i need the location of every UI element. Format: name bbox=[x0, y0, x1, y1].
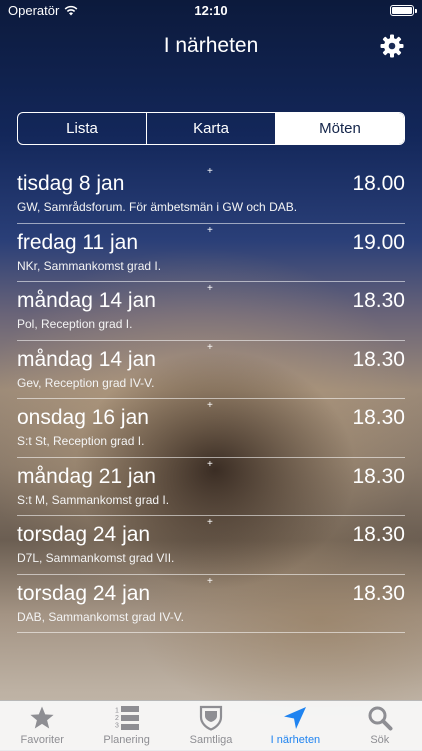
meeting-date: måndag 14 jan bbox=[17, 289, 156, 312]
tab-label: Sök bbox=[370, 734, 390, 746]
meeting-date: onsdag 16 jan bbox=[17, 406, 149, 429]
page-title: I närheten bbox=[163, 34, 259, 57]
view-segmented-control: Lista Karta Möten bbox=[17, 112, 405, 145]
tab-bar: Favoriter 123 Planering Samtliga I närhe… bbox=[0, 700, 422, 751]
meeting-date: måndag 14 jan bbox=[17, 347, 156, 371]
status-bar: Operatör 12:10 bbox=[0, 0, 422, 22]
tab-label: Samtliga bbox=[189, 734, 233, 746]
svg-text:3: 3 bbox=[115, 723, 119, 730]
meeting-row[interactable]: + torsdag 24 jan 18.30 DAB, Sammankomst … bbox=[17, 575, 405, 633]
meeting-row[interactable]: + måndag 14 jan 18.30 Pol, Reception gra… bbox=[17, 282, 405, 341]
meeting-row[interactable]: + torsdag 24 jan 18.30 D7L, Sammankomst … bbox=[17, 516, 405, 575]
meeting-description: DAB, Sammankomst grad IV-V. bbox=[17, 609, 184, 624]
add-marker: + bbox=[207, 400, 213, 411]
meeting-time: 18.30 bbox=[352, 581, 405, 605]
tab-sok[interactable]: Sök bbox=[338, 701, 422, 751]
meeting-row[interactable]: + tisdag 8 jan 18.00 GW, Samrådsforum. F… bbox=[17, 165, 405, 224]
add-marker: + bbox=[207, 283, 213, 294]
add-marker: + bbox=[207, 517, 213, 528]
meeting-time: 19.00 bbox=[352, 230, 405, 254]
shield-icon bbox=[199, 705, 223, 731]
meeting-date: tisdag 8 jan bbox=[17, 172, 125, 195]
segment-lista[interactable]: Lista bbox=[18, 113, 147, 144]
svg-text:1: 1 bbox=[115, 708, 119, 715]
meeting-time: 18.30 bbox=[352, 406, 405, 429]
tab-label: Planering bbox=[103, 734, 150, 746]
add-marker: + bbox=[207, 458, 213, 470]
location-arrow-icon bbox=[284, 707, 307, 729]
meeting-description: S:t St, Reception grad I. bbox=[17, 434, 145, 448]
meeting-time: 18.30 bbox=[352, 347, 405, 371]
meeting-time: 18.00 bbox=[352, 172, 405, 195]
tab-samtliga[interactable]: Samtliga bbox=[169, 701, 253, 751]
meeting-row[interactable]: + måndag 21 jan 18.30 S:t M, Sammankomst… bbox=[17, 458, 405, 516]
meeting-row[interactable]: + onsdag 16 jan 18.30 S:t St, Reception … bbox=[17, 399, 405, 458]
add-marker: + bbox=[207, 166, 213, 177]
add-marker: + bbox=[207, 341, 213, 353]
meeting-row[interactable]: + måndag 14 jan 18.30 Gev, Reception gra… bbox=[17, 341, 405, 399]
tab-i-narheten[interactable]: I närheten bbox=[253, 701, 337, 751]
add-marker: + bbox=[207, 224, 213, 236]
meeting-description: NKr, Sammankomst grad I. bbox=[17, 258, 162, 273]
meeting-description: D7L, Sammankomst grad VII. bbox=[17, 551, 175, 565]
meeting-description: GW, Samrådsforum. För ämbetsmän i GW och… bbox=[17, 200, 298, 214]
meeting-date: torsdag 24 jan bbox=[17, 581, 151, 605]
meeting-list: + tisdag 8 jan 18.00 GW, Samrådsforum. F… bbox=[17, 165, 405, 633]
tab-label: Favoriter bbox=[20, 734, 64, 746]
meeting-time: 18.30 bbox=[352, 523, 405, 546]
svg-text:2: 2 bbox=[115, 715, 119, 722]
meeting-time: 18.30 bbox=[352, 289, 405, 312]
meeting-date: fredag 11 jan bbox=[17, 230, 139, 254]
segment-moten[interactable]: Möten bbox=[276, 113, 404, 144]
meeting-date: måndag 21 jan bbox=[17, 464, 156, 488]
star-icon bbox=[30, 706, 54, 729]
numbered-list-icon: 123 bbox=[115, 706, 139, 730]
meeting-time: 18.30 bbox=[352, 464, 405, 488]
navigation-bar: I närheten bbox=[0, 22, 422, 66]
tab-label: I närheten bbox=[270, 734, 321, 746]
meeting-description: S:t M, Sammankomst grad I. bbox=[17, 492, 170, 507]
battery-icon bbox=[390, 5, 417, 16]
meeting-description: Gev, Reception grad IV-V. bbox=[17, 375, 155, 390]
meeting-date: torsdag 24 jan bbox=[17, 523, 151, 546]
meeting-row[interactable]: + fredag 11 jan 19.00 NKr, Sammankomst g… bbox=[17, 224, 405, 282]
tab-favoriter[interactable]: Favoriter bbox=[0, 701, 84, 751]
segment-karta[interactable]: Karta bbox=[147, 113, 276, 144]
search-icon bbox=[368, 706, 393, 731]
status-time: 12:10 bbox=[194, 3, 228, 18]
add-marker: + bbox=[207, 575, 213, 587]
meeting-description: Pol, Reception grad I. bbox=[17, 317, 133, 331]
tab-planering[interactable]: 123 Planering bbox=[84, 701, 168, 751]
gear-icon[interactable] bbox=[380, 34, 404, 58]
